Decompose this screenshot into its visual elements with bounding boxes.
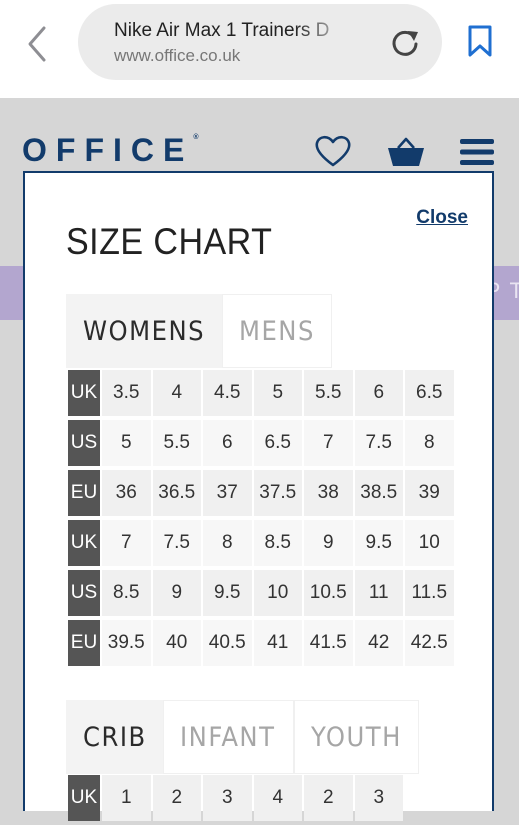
size-cell: 5 xyxy=(253,370,302,416)
size-cell: 7.5 xyxy=(152,520,201,566)
size-cell: 4 xyxy=(253,775,302,821)
size-cell: 9 xyxy=(152,570,201,616)
size-cell: 37 xyxy=(203,470,252,516)
menu-hamburger-icon[interactable] xyxy=(460,138,494,166)
tab-womens[interactable]: WOMENS xyxy=(66,294,222,368)
reload-icon[interactable] xyxy=(390,28,420,58)
page-title: Nike Air Max 1 Trainers D xyxy=(114,20,330,41)
table-row: EU 39.5 40 40.5 41 41.5 42 42.5 xyxy=(68,620,454,666)
table-row: UK 1 2 3 4 2 3 xyxy=(68,775,403,821)
size-cell: 6 xyxy=(354,370,403,416)
size-cell: 3.5 xyxy=(102,370,151,416)
size-cell: 6.5 xyxy=(405,370,454,416)
size-cell: 10 xyxy=(253,570,302,616)
size-cell: 42.5 xyxy=(405,620,454,666)
size-cell: 38 xyxy=(304,470,353,516)
kids-size-table: UK 1 2 3 4 2 3 xyxy=(66,771,405,825)
size-cell: 6 xyxy=(203,420,252,466)
size-cell: 7 xyxy=(102,520,151,566)
size-cell: 9.5 xyxy=(203,570,252,616)
size-cell: 10.5 xyxy=(304,570,353,616)
size-cell: 10 xyxy=(405,520,454,566)
modal-title: SIZE CHART xyxy=(66,221,273,262)
size-cell: 4.5 xyxy=(203,370,252,416)
size-cell: 3 xyxy=(354,775,403,821)
gender-tabs: WOMENS MENS xyxy=(66,294,332,368)
size-cell: 11 xyxy=(354,570,403,616)
tab-infant[interactable]: INFANT xyxy=(163,700,294,774)
size-cell: 8.5 xyxy=(102,570,151,616)
size-cell: 7 xyxy=(304,420,353,466)
table-row: UK 3.5 4 4.5 5 5.5 6 6.5 xyxy=(68,370,454,416)
wishlist-heart-icon[interactable] xyxy=(314,134,352,168)
size-cell: 8.5 xyxy=(253,520,302,566)
size-cell: 38.5 xyxy=(354,470,403,516)
row-label: UK xyxy=(68,775,100,821)
size-cell: 1 xyxy=(102,775,151,821)
size-cell: 37.5 xyxy=(253,470,302,516)
size-table: UK 3.5 4 4.5 5 5.5 6 6.5 US 5 5.5 6 6.5 7 7.5 8 EU 36 36.5… xyxy=(66,366,456,670)
size-cell: 40.5 xyxy=(203,620,252,666)
size-cell: 42 xyxy=(354,620,403,666)
size-cell: 41 xyxy=(253,620,302,666)
kids-tabs: CRIB INFANT YOUTH xyxy=(66,700,419,774)
row-label: UK xyxy=(68,520,100,566)
size-cell: 8 xyxy=(203,520,252,566)
size-cell: 8 xyxy=(405,420,454,466)
size-cell: 9 xyxy=(304,520,353,566)
size-cell: 5 xyxy=(102,420,151,466)
size-cell: 4 xyxy=(152,370,201,416)
table-row: UK 7 7.5 8 8.5 9 9.5 10 xyxy=(68,520,454,566)
row-label: UK xyxy=(68,370,100,416)
size-cell: 39.5 xyxy=(102,620,151,666)
address-bar[interactable]: Nike Air Max 1 Trainers D www.office.co.… xyxy=(78,4,442,80)
tab-youth[interactable]: YOUTH xyxy=(294,700,419,774)
url-domain: www.office.co.uk xyxy=(114,46,241,65)
size-cell: 36.5 xyxy=(152,470,201,516)
browser-toolbar: Nike Air Max 1 Trainers D www.office.co.… xyxy=(0,0,519,98)
row-label: EU xyxy=(68,620,100,666)
office-logo[interactable]: OFFICE® xyxy=(22,132,199,169)
table-row: US 5 5.5 6 6.5 7 7.5 8 xyxy=(68,420,454,466)
size-cell: 36 xyxy=(102,470,151,516)
size-cell: 3 xyxy=(203,775,252,821)
back-chevron-icon[interactable] xyxy=(22,24,56,64)
row-label: US xyxy=(68,420,100,466)
size-chart-modal: Close SIZE CHART WOMENS MENS UK 3.5 4 4.5 5 5… xyxy=(23,171,494,821)
size-cell: 11.5 xyxy=(405,570,454,616)
size-cell: 40 xyxy=(152,620,201,666)
tab-crib[interactable]: CRIB xyxy=(66,700,163,774)
table-row: EU 36 36.5 37 37.5 38 38.5 39 xyxy=(68,470,454,516)
basket-icon[interactable] xyxy=(386,136,426,168)
size-cell: 39 xyxy=(405,470,454,516)
row-label: EU xyxy=(68,470,100,516)
size-cell: 41.5 xyxy=(304,620,353,666)
row-label: US xyxy=(68,570,100,616)
size-cell: 7.5 xyxy=(354,420,403,466)
bookmark-icon[interactable] xyxy=(466,24,494,58)
tab-mens[interactable]: MENS xyxy=(222,294,332,368)
close-link[interactable]: Close xyxy=(416,207,468,229)
size-cell: 5.5 xyxy=(152,420,201,466)
size-cell: 9.5 xyxy=(354,520,403,566)
size-cell: 5.5 xyxy=(304,370,353,416)
size-cell: 2 xyxy=(304,775,353,821)
table-row: US 8.5 9 9.5 10 10.5 11 11.5 xyxy=(68,570,454,616)
size-cell: 2 xyxy=(152,775,201,821)
size-cell: 6.5 xyxy=(253,420,302,466)
